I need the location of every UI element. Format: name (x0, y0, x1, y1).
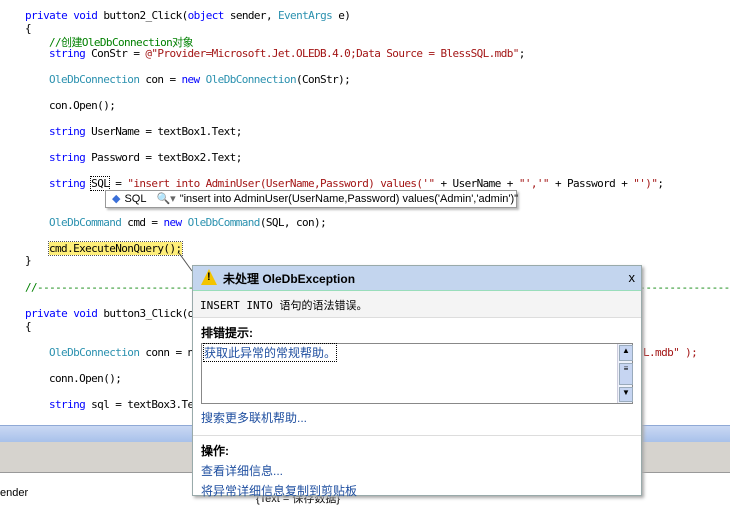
code-line: private void button2_Click(object sender… (25, 9, 351, 22)
code: e) (332, 9, 351, 22)
keyword: string (49, 151, 86, 164)
code: cmd = (121, 216, 164, 229)
warning-icon: ! (201, 269, 217, 285)
keyword: object (187, 9, 225, 22)
code-line: OleDbConnection conn = n (49, 346, 194, 359)
scroll-up-icon[interactable]: ▲ (619, 345, 633, 361)
code-line: string UserName = textBox1.Text; (49, 125, 242, 138)
datatip[interactable]: ◆ SQL 🔍▾ "insert into AdminUser(UserName,Pa… (105, 190, 519, 208)
type: OleDbConnection (205, 73, 297, 86)
exception-assistant: ! 未处理 OleDbException x INSERT INTO 语句的语法… (192, 265, 642, 498)
keyword: string (49, 125, 86, 138)
scrollbar[interactable]: ▲ ≡ ▼ (617, 344, 633, 403)
string-literal: "')" (633, 177, 658, 190)
status-text: ender (0, 487, 29, 499)
code: + UserName + (434, 177, 519, 190)
tips-heading: 排错提示: (201, 326, 253, 340)
code: conn = n (139, 346, 194, 359)
code: button3_Click(o (103, 307, 194, 320)
keyword: private (25, 307, 68, 320)
code-line: } (25, 254, 32, 267)
code-line: con.Open(); (49, 99, 116, 112)
keyword: string (49, 398, 86, 411)
view-details-link[interactable]: 查看详细信息... (201, 464, 283, 478)
keyword: private (25, 9, 68, 22)
type: OleDbConnection (49, 73, 140, 86)
keyword: void (73, 307, 98, 320)
string-literal: "insert into AdminUser(UserName,Password… (127, 177, 435, 190)
keyword: void (73, 9, 98, 22)
string-literal: "','" (518, 177, 550, 190)
magnifier-icon[interactable]: 🔍▾ (156, 193, 175, 205)
code: (ConStr); (295, 73, 351, 86)
code: (SQL, con); (259, 216, 327, 229)
code: = (109, 177, 128, 190)
code: sender, (223, 9, 278, 22)
code: UserName = textBox1.Text; (85, 125, 242, 138)
code: sql = textBox3.Te (85, 398, 194, 411)
type: EventArgs (278, 9, 333, 22)
code-line: { (25, 22, 32, 35)
dialog-title: 未处理 OleDbException (223, 272, 356, 286)
string-literal: @"Provider=Microsoft.Jet.OLEDB.4.0;Data … (145, 47, 519, 60)
datatip-name: SQL (124, 193, 147, 205)
copy-to-clipboard-link[interactable]: 将异常详细信息复制到剪贴板 (201, 484, 357, 498)
code: button2_Click( (103, 9, 188, 22)
code: ; (518, 47, 526, 60)
code-line: private void button3_Click(o (25, 307, 194, 320)
code: Password = textBox2.Text; (85, 151, 242, 164)
code-fragment: L.mdb" ); (643, 346, 698, 359)
dialog-header: ! 未处理 OleDbException x (193, 266, 641, 291)
keyword: new (163, 216, 182, 229)
tip-link[interactable]: 获取此异常的常规帮助。 (202, 343, 338, 362)
exception-message: INSERT INTO 语句的语法错误。 (193, 291, 641, 318)
keyword: string (49, 47, 86, 60)
code: + Password + (548, 177, 634, 190)
code-line: conn.Open(); (49, 372, 122, 385)
variable-icon: ◆ (112, 193, 121, 205)
type: OleDbCommand (49, 216, 122, 229)
code-line: { (25, 320, 32, 333)
datatip-value: "insert into AdminUser(UserName,Password… (179, 193, 519, 205)
actions-heading: 操作: (201, 444, 229, 458)
keyword: string (49, 177, 86, 190)
sql-variable[interactable]: SQL (90, 176, 111, 191)
keyword: new (181, 73, 201, 86)
code: ; (657, 177, 664, 190)
code: con = (139, 73, 182, 86)
code-line: string sql = textBox3.Te (49, 398, 194, 411)
current-statement[interactable]: cmd.ExecuteNonQuery(); (48, 241, 183, 256)
scroll-down-icon[interactable]: ▼ (619, 387, 633, 402)
code-line: string Password = textBox2.Text; (49, 151, 242, 164)
code-line: string SQL = "insert into AdminUser(User… (49, 176, 664, 191)
tips-list[interactable]: 获取此异常的常规帮助。 ▲ ≡ ▼ (201, 343, 633, 404)
code-line: OleDbConnection con = new OleDbConnectio… (49, 73, 351, 86)
code: ConStr = (85, 47, 146, 60)
close-button[interactable]: x (629, 270, 636, 285)
type: OleDbConnection (49, 346, 140, 359)
type: OleDbCommand (187, 216, 261, 229)
code-line: OleDbCommand cmd = new OleDbCommand(SQL,… (49, 216, 327, 229)
search-online-help-link[interactable]: 搜索更多联机帮助... (201, 411, 307, 425)
scroll-thumb[interactable]: ≡ (619, 363, 633, 385)
code-line: string ConStr = @"Provider=Microsoft.Jet… (49, 47, 525, 60)
